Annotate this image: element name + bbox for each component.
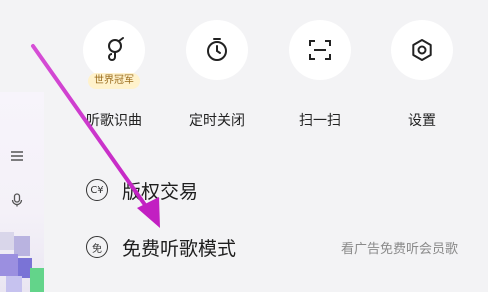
- free-mode-hint: 看广告免费听会员歌: [340, 241, 458, 257]
- free-mode-icon: 免: [86, 236, 108, 258]
- scan-button[interactable]: 扫一扫: [270, 20, 370, 130]
- music-recognition-label: 听歌识曲: [86, 113, 142, 129]
- sleep-timer-label: 定时关闭: [189, 113, 245, 129]
- gear-icon: [412, 39, 432, 61]
- free-listening-mode-row[interactable]: 免 免费听歌模式 看广告免费听会员歌: [86, 227, 458, 267]
- copyright-trade-row[interactable]: C¥ 版权交易: [86, 170, 458, 210]
- music-recognition-icon: [108, 37, 124, 61]
- music-recognition-circle: 世界冠军: [83, 20, 145, 89]
- champion-badge: 世界冠军: [88, 73, 140, 89]
- music-recognition-button[interactable]: 世界冠军 听歌识曲: [64, 20, 164, 130]
- scan-label: 扫一扫: [299, 113, 341, 129]
- microphone-icon: [9, 192, 25, 208]
- timer-icon: [207, 38, 227, 61]
- copyright-trade-title: 版权交易: [122, 180, 199, 203]
- scan-circle: [289, 20, 351, 80]
- menu-lines-icon: [9, 148, 25, 164]
- sleep-timer-circle: [186, 20, 248, 80]
- sleep-timer-button[interactable]: 定时关闭: [167, 20, 267, 130]
- settings-label: 设置: [408, 113, 436, 129]
- scan-icon: [309, 40, 331, 60]
- settings-circle: [391, 20, 453, 80]
- free-listening-mode-title: 免费听歌模式: [122, 237, 237, 260]
- blurred-artwork: [0, 232, 44, 292]
- copyright-trade-icon: C¥: [86, 179, 108, 201]
- settings-button[interactable]: 设置: [372, 20, 472, 130]
